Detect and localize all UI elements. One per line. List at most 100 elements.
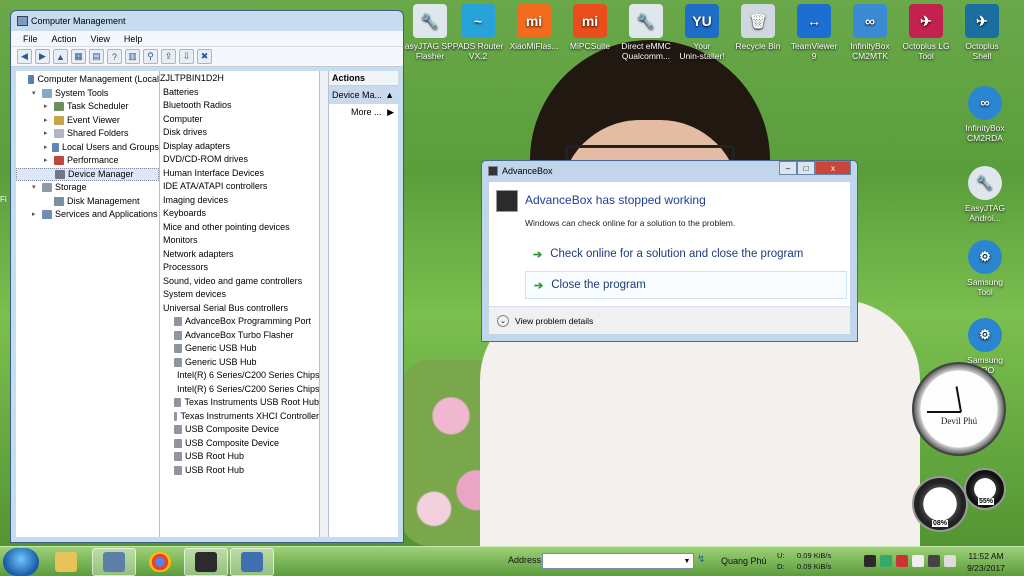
menu-help[interactable]: Help <box>124 34 143 44</box>
device-category[interactable]: Bluetooth Radios <box>160 99 319 113</box>
usb-device[interactable]: USB Composite Device <box>160 423 319 437</box>
desktop-icon[interactable]: 🔧 EasyJTAG Androi... <box>955 166 1015 223</box>
taskbar-app[interactable] <box>230 548 274 576</box>
check-online-button[interactable]: ➔ Check online for a solution and close … <box>525 240 847 268</box>
taskbar-explorer[interactable] <box>44 548 88 576</box>
device-category[interactable]: Keyboards <box>160 207 319 221</box>
refresh-icon[interactable]: ▤ <box>89 49 104 64</box>
menu-view[interactable]: View <box>91 34 110 44</box>
device-category[interactable]: Processors <box>160 261 319 275</box>
device-category[interactable]: Display adapters <box>160 140 319 154</box>
desktop-icon[interactable]: 🔧 Direct eMMC Qualcomm... <box>616 4 676 61</box>
close-program-button[interactable]: ➔ Close the program <box>525 271 847 299</box>
desktop-icon[interactable]: ∞ InfinityBox CM2RDA <box>955 86 1015 143</box>
view-details-row[interactable]: ⌄ View problem details <box>489 306 850 334</box>
expand-icon[interactable]: ▸ <box>44 114 51 128</box>
desktop-icon[interactable]: 🗑 Recycle Bin <box>728 4 788 51</box>
desktop-icon[interactable]: ↔ TeamViewer 9 <box>784 4 844 61</box>
device-list-scrollbar[interactable] <box>320 71 329 537</box>
signal-icon[interactable] <box>928 555 940 567</box>
tree-node[interactable]: Computer Management (Local <box>16 73 159 87</box>
help-icon[interactable]: ? <box>107 49 122 64</box>
tree-node[interactable]: ▸ Shared Folders <box>16 127 159 141</box>
device-category[interactable]: Monitors <box>160 234 319 248</box>
device-category[interactable]: Sound, video and game controllers <box>160 275 319 289</box>
device-category[interactable]: Universal Serial Bus controllers <box>160 302 319 316</box>
tree-node[interactable]: ▸ Performance <box>16 154 159 168</box>
tree-node[interactable]: ▾ System Tools <box>16 87 159 101</box>
scan-hardware-icon[interactable]: ⚲ <box>143 49 158 64</box>
device-category[interactable]: Disk drives <box>160 126 319 140</box>
menu-file[interactable]: File <box>23 34 38 44</box>
actions-device-manager[interactable]: Device Ma... ▲ <box>329 86 398 104</box>
taskbar-chrome[interactable] <box>138 548 182 576</box>
taskbar-advancebox[interactable] <box>184 548 228 576</box>
device-category[interactable]: System devices <box>160 288 319 302</box>
device-category[interactable]: Batteries <box>160 86 319 100</box>
go-icon[interactable]: ↯ <box>697 554 711 568</box>
tree-node[interactable]: ▸ Services and Applications <box>16 208 159 222</box>
expand-icon[interactable]: ▸ <box>44 127 51 141</box>
update-driver-icon[interactable]: ⇪ <box>161 49 176 64</box>
network-icon[interactable] <box>880 555 892 567</box>
minimize-button[interactable]: – <box>779 161 797 175</box>
start-button[interactable] <box>3 548 39 576</box>
chevron-down-icon[interactable]: ▼ <box>681 554 693 568</box>
desktop-icon[interactable]: YU Your Unin-staller! <box>672 4 732 61</box>
usb-device[interactable]: Texas Instruments USB Root Hub <box>160 396 319 410</box>
system-clock[interactable]: 11:52 AM 9/23/2017 <box>960 550 1012 574</box>
uninstall-device-icon[interactable]: ✖ <box>197 49 212 64</box>
forward-icon[interactable]: ▶ <box>35 49 50 64</box>
address-input[interactable]: ▼ <box>542 553 694 569</box>
desktop-icon[interactable]: mi MiPCSuite <box>560 4 620 51</box>
computer-management-window[interactable]: Computer Management File Action View Hel… <box>10 10 404 543</box>
device-category[interactable]: Computer <box>160 113 319 127</box>
device-category[interactable]: Network adapters <box>160 248 319 262</box>
desktop-icon[interactable]: ~ PADS Router VX.2 <box>448 4 508 61</box>
properties-icon[interactable]: ▥ <box>125 49 140 64</box>
volume-icon[interactable] <box>944 555 956 567</box>
desktop-icon[interactable]: ✈ Octoplus LG Tool <box>896 4 956 61</box>
cpu-meter-gadget[interactable]: 08% 55% <box>912 468 1006 538</box>
tree-node[interactable]: ▸ Local Users and Groups <box>16 141 159 155</box>
device-category[interactable]: DVD/CD-ROM drives <box>160 153 319 167</box>
clock-gadget[interactable]: Devil Phú <box>912 362 1006 456</box>
back-icon[interactable]: ◀ <box>17 49 32 64</box>
menu-action[interactable]: Action <box>52 34 77 44</box>
tree-node[interactable]: ▸ Event Viewer <box>16 114 159 128</box>
usb-device[interactable]: AdvanceBox Programming Port <box>160 315 319 329</box>
tree-node[interactable]: ▸ Task Scheduler <box>16 100 159 114</box>
device-category[interactable]: Imaging devices <box>160 194 319 208</box>
usb-device[interactable]: Intel(R) 6 Series/C200 Series Chipset <box>160 383 319 397</box>
tree-node[interactable]: Disk Management <box>16 195 159 209</box>
expand-icon[interactable]: ▸ <box>32 208 39 222</box>
expand-icon[interactable]: ▾ <box>32 87 39 101</box>
usb-device[interactable]: Intel(R) 6 Series/C200 Series Chipset <box>160 369 319 383</box>
close-button[interactable]: x <box>815 161 851 175</box>
antivirus-icon[interactable] <box>896 555 908 567</box>
device-category[interactable]: Human Interface Devices <box>160 167 319 181</box>
tree-node[interactable]: ▾ Storage <box>16 181 159 195</box>
desktop-icon[interactable]: ✈ Octoplus Shell <box>952 4 1012 61</box>
usb-device[interactable]: AdvanceBox Turbo Flasher <box>160 329 319 343</box>
desktop-icon[interactable]: ∞ InfinityBox CM2MTK <box>840 4 900 61</box>
usb-device[interactable]: Texas Instruments XHCI Controller <box>160 410 319 424</box>
desktop-icon[interactable]: mi XiaoMiFlas... <box>504 4 564 51</box>
usb-device[interactable]: USB Composite Device <box>160 437 319 451</box>
up-folder-icon[interactable]: ▲ <box>53 49 68 64</box>
actions-more[interactable]: More ... ▶ <box>329 104 398 121</box>
usb-device[interactable]: Generic USB Hub <box>160 356 319 370</box>
desktop-icon[interactable]: ⚙ Samsung Tool <box>955 240 1015 297</box>
tree-node[interactable]: Device Manager <box>16 167 159 181</box>
crash-dialog[interactable]: AdvanceBox – □ x AdvanceBox has stopped … <box>481 160 858 342</box>
usb-device[interactable]: USB Root Hub <box>160 450 319 464</box>
usb-device[interactable]: USB Root Hub <box>160 464 319 478</box>
device-category[interactable]: IDE ATA/ATAPI controllers <box>160 180 319 194</box>
show-hide-tree-icon[interactable]: ▦ <box>71 49 86 64</box>
expand-icon[interactable]: ▸ <box>44 100 51 114</box>
tray-app-icon[interactable] <box>864 555 876 567</box>
expand-icon[interactable]: ▸ <box>44 141 49 155</box>
disable-device-icon[interactable]: ⇩ <box>179 49 194 64</box>
device-category[interactable]: Mice and other pointing devices <box>160 221 319 235</box>
usb-device[interactable]: Generic USB Hub <box>160 342 319 356</box>
